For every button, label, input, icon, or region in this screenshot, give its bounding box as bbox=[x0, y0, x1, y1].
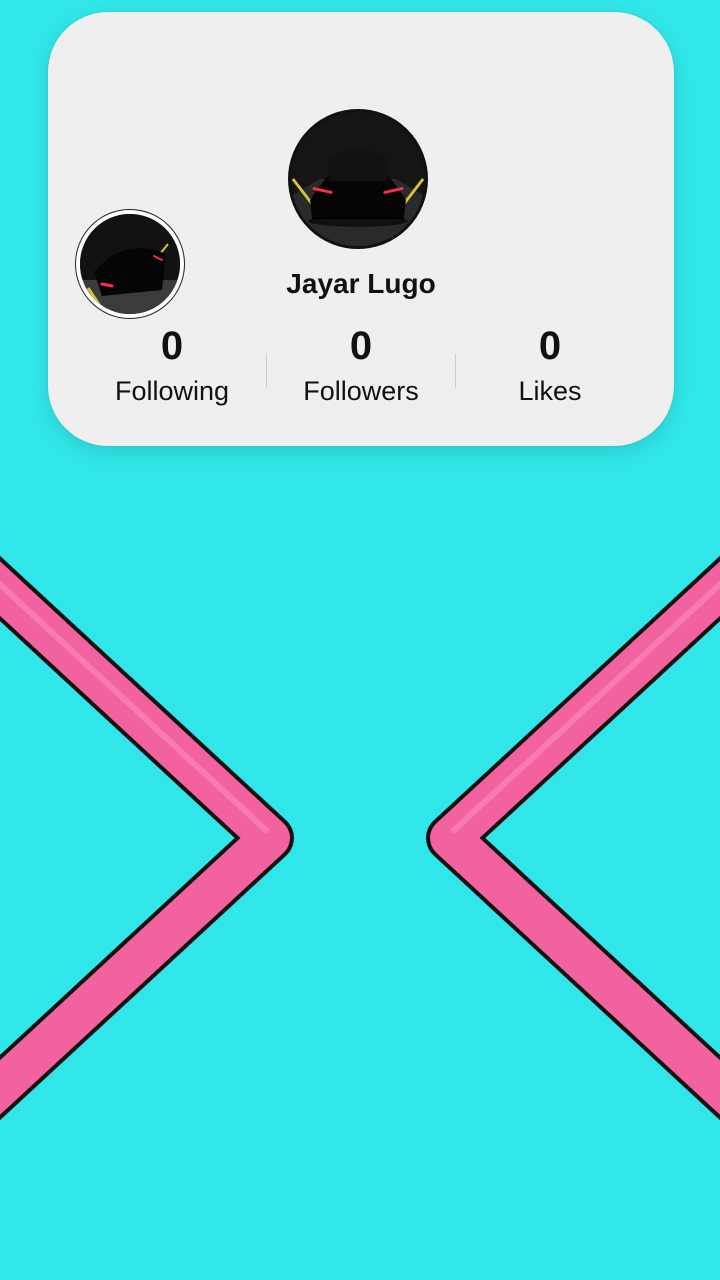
following-count: 0 bbox=[160, 324, 184, 368]
likes-count: 0 bbox=[538, 324, 562, 368]
secondary-avatar[interactable] bbox=[76, 210, 184, 318]
profile-stats: 0 Following 0 Followers 0 Likes bbox=[78, 324, 644, 424]
right-chevron-icon bbox=[426, 555, 720, 1121]
stat-likes[interactable]: 0 Likes bbox=[456, 324, 644, 424]
car-avatar-icon bbox=[291, 112, 425, 246]
profile-card: Jayar Lugo 0 Following 0 Followers 0 Lik… bbox=[48, 12, 674, 446]
followers-count: 0 bbox=[349, 324, 373, 368]
left-chevron-icon bbox=[0, 555, 294, 1121]
followers-label: Followers bbox=[303, 376, 419, 406]
likes-label: Likes bbox=[518, 376, 582, 406]
profile-avatar[interactable] bbox=[288, 109, 428, 249]
following-label: Following bbox=[114, 376, 230, 406]
profile-username: Jayar Lugo bbox=[286, 268, 436, 299]
stat-followers[interactable]: 0 Followers bbox=[267, 324, 455, 424]
stat-following[interactable]: 0 Following bbox=[78, 324, 266, 424]
